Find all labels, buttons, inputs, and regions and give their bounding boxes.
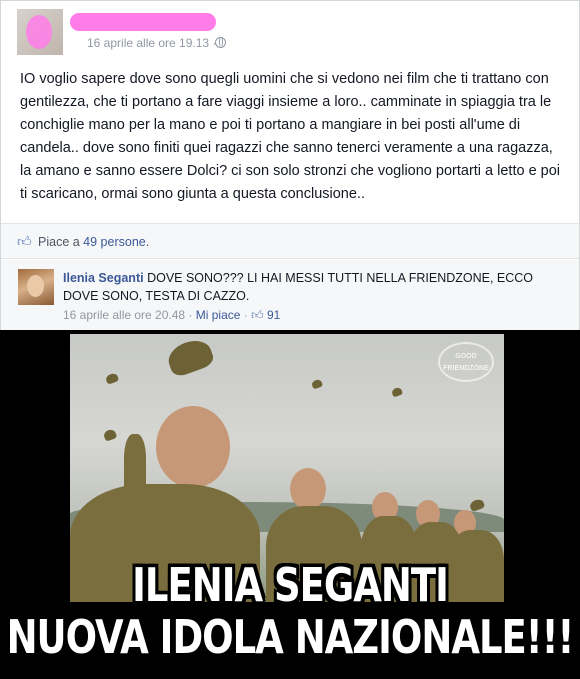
thrown-cap xyxy=(310,378,324,390)
likes-suffix: . xyxy=(145,235,150,249)
meme-caption-line2: NUOVA IDOLA NAZIONALE!!! xyxy=(6,610,575,665)
thrown-cap xyxy=(104,372,120,385)
comment-text: Ilenia Seganti DOVE SONO??? LI HAI MESSI… xyxy=(63,269,563,305)
likes-prefix: Piace a xyxy=(38,235,84,249)
comment: Ilenia Seganti DOVE SONO??? LI HAI MESSI… xyxy=(1,260,579,330)
comment-timestamp[interactable]: 16 aprile alle ore 20.48 · xyxy=(63,308,196,322)
redacted-face xyxy=(26,15,52,49)
meme-caption-line1: ILENIA SEGANTI xyxy=(132,558,449,613)
post-header: 16 aprile alle ore 19.13 · xyxy=(17,9,565,55)
commenter-face xyxy=(27,275,44,297)
thumbs-up-icon: 👍︎ xyxy=(251,308,264,322)
likes-summary: Piace a 49 persone. xyxy=(38,235,149,249)
likes-count-link[interactable]: 49 persone xyxy=(83,235,146,249)
thrown-cap xyxy=(102,428,118,442)
comment-meta: 16 aprile alle ore 20.48 · Mi piace · 👍︎… xyxy=(63,308,280,323)
redacted-author-name xyxy=(70,13,216,31)
comment-meta-separator: · xyxy=(240,308,252,322)
comment-author-link[interactable]: Ilenia Seganti xyxy=(63,271,144,285)
comment-like-button[interactable]: Mi piace xyxy=(196,308,241,322)
thrown-cap xyxy=(468,497,486,513)
post-timestamp[interactable]: 16 aprile alle ore 19.13 · xyxy=(87,36,216,50)
post-text: IO voglio sapere dove sono quegli uomini… xyxy=(20,71,561,202)
commenter-avatar[interactable] xyxy=(18,269,54,305)
globe-icon xyxy=(215,37,226,48)
watermark-logo: GOOD FRIENDZONE xyxy=(438,342,494,382)
facebook-post: 16 aprile alle ore 19.13 · IO voglio sap… xyxy=(0,0,580,330)
thrown-cap xyxy=(164,335,216,379)
comment-like-count[interactable]: 91 xyxy=(267,308,280,322)
likes-bar: 👍︎ Piace a 49 persone. xyxy=(1,223,579,259)
soldier-head xyxy=(156,406,230,488)
thrown-cap xyxy=(390,386,404,398)
thumbs-up-icon: 👍︎ xyxy=(17,233,32,249)
soldier-head xyxy=(290,468,326,510)
author-avatar[interactable] xyxy=(17,9,63,55)
